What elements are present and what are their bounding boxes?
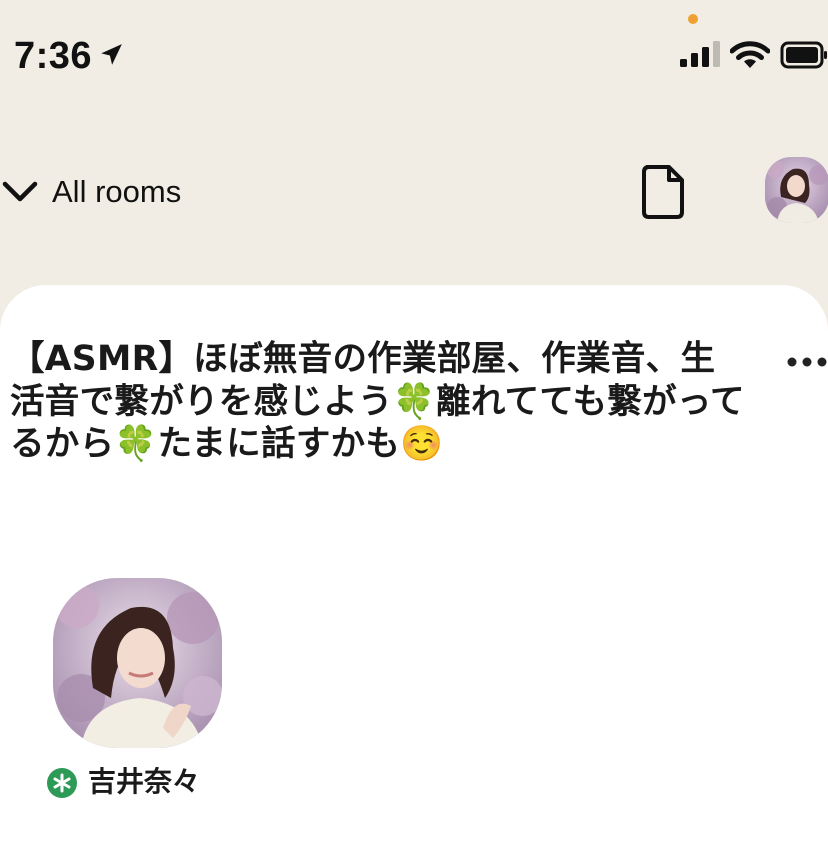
privacy-indicator: [688, 14, 698, 24]
moderator-star-icon: [47, 768, 77, 798]
wifi-icon: [730, 41, 770, 68]
room-title: 【ASMR】ほぼ無音の作業部屋、作業音、生活音で繋がりを感じよう🍀離れてても繋が…: [10, 339, 745, 464]
more-horizontal-icon[interactable]: [786, 355, 828, 369]
chevron-down-icon[interactable]: [2, 174, 38, 210]
speaker-avatar[interactable]: [53, 578, 222, 748]
status-time: 7:36: [14, 35, 93, 77]
battery-icon: [780, 41, 827, 69]
all-rooms-button[interactable]: All rooms: [52, 170, 181, 214]
cellular-signal-icon: [680, 41, 720, 67]
speaker-name: 吉井奈々: [88, 765, 201, 798]
document-icon[interactable]: [640, 164, 686, 220]
profile-avatar[interactable]: [765, 157, 828, 223]
location-arrow-icon: [101, 44, 122, 65]
